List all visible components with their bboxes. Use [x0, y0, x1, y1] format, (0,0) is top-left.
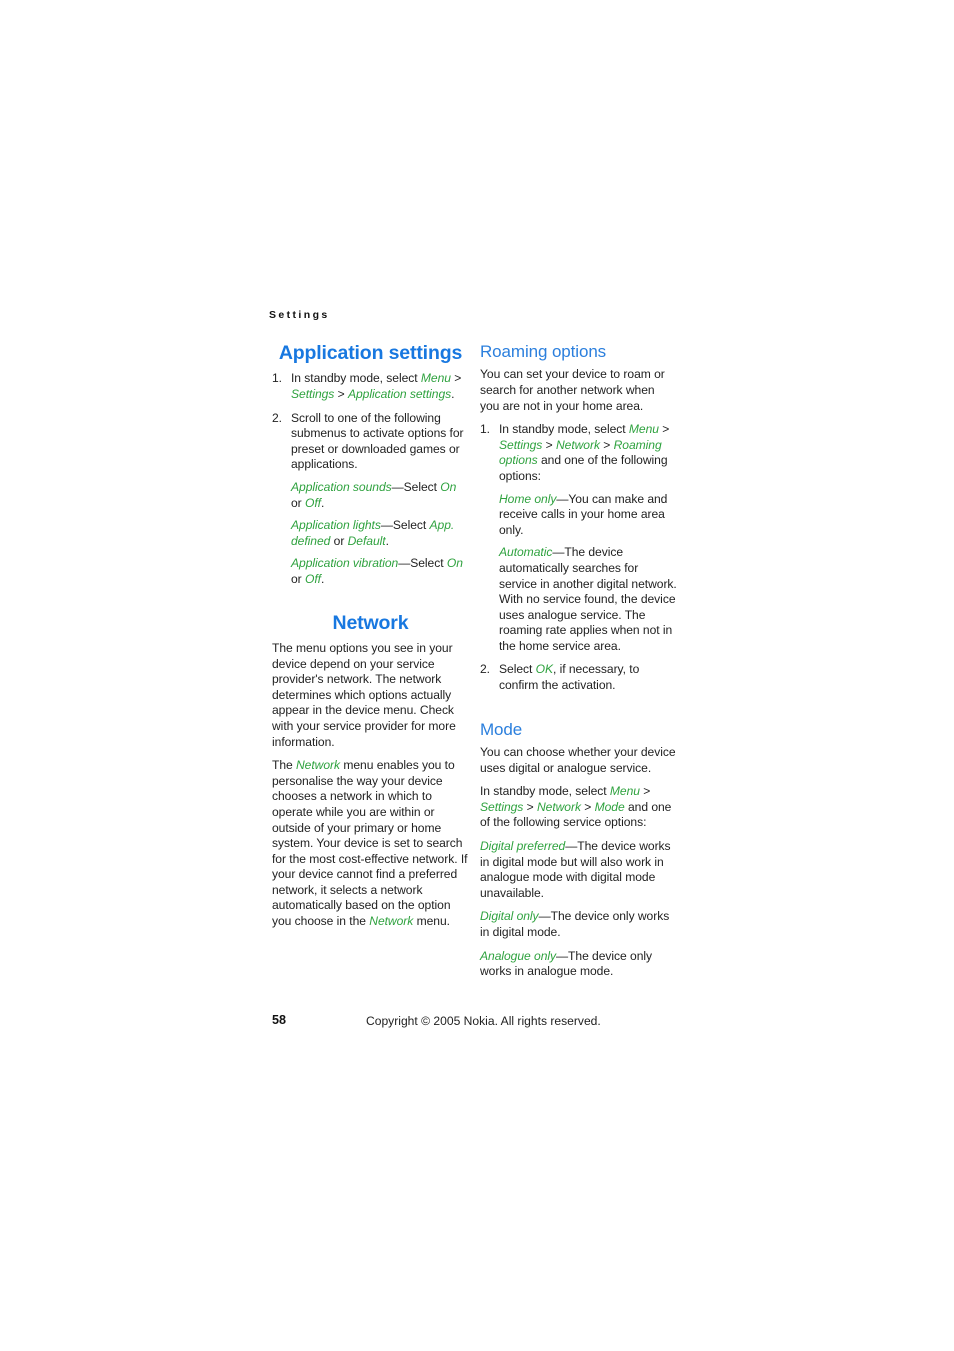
roaming-options-definitions: Home only—You can make and receive calls…	[499, 492, 677, 655]
step-number: 2.	[272, 410, 282, 425]
step-item: 1. In standby mode, select Menu > Settin…	[272, 371, 469, 402]
digital-preferred-term: Digital preferred	[480, 839, 566, 854]
definition-digital-only: Digital only—The device only works in di…	[480, 909, 670, 939]
application-settings-definitions: Application sounds—Select On or Off. App…	[291, 480, 469, 588]
application-sounds-term: Application sounds	[291, 479, 392, 494]
mode-term: Mode	[594, 799, 625, 814]
analogue-only-term: Analogue only	[480, 948, 557, 963]
digital-only-term: Digital only	[480, 909, 539, 924]
step-text: In standby mode, select Menu > Settings …	[291, 371, 462, 402]
left-column: Application settings 1. In standby mode,…	[272, 342, 469, 938]
automatic-term: Automatic	[499, 545, 553, 560]
settings-term: Settings	[480, 799, 524, 814]
section-heading-roaming-options: Roaming options	[480, 342, 607, 361]
section-heading-network: Network	[332, 611, 409, 634]
copyright-notice: Copyright © 2005 Nokia. All rights reser…	[366, 1014, 601, 1028]
step-number: 2.	[480, 662, 490, 677]
page-number: 58	[272, 1013, 287, 1027]
definition-application-lights: Application lights—Select App. defined o…	[291, 518, 455, 548]
application-vibration-term: Application vibration	[291, 556, 399, 571]
mode-path: In standby mode, select Menu > Settings …	[480, 784, 672, 830]
section-heading-application-settings: Application settings	[278, 342, 463, 364]
step-item: 2. Scroll to one of the following submen…	[272, 411, 469, 588]
roaming-options-intro: You can set your device to roam or searc…	[480, 367, 665, 413]
network-term: Network	[296, 758, 341, 773]
section-heading-mode: Mode	[480, 719, 523, 739]
off-value: Off	[304, 571, 321, 586]
definition-digital-preferred: Digital preferred—The device works in di…	[480, 839, 671, 900]
default-value: Default	[347, 533, 386, 548]
step-text: In standby mode, select Menu > Settings …	[499, 422, 670, 483]
network-term: Network	[555, 437, 600, 452]
manual-page: Settings Application settings 1. In stan…	[0, 0, 954, 1351]
ok-term: OK	[535, 662, 553, 677]
definition-application-vibration: Application vibration—Select On or Off.	[291, 556, 463, 586]
home-only-term: Home only	[499, 491, 557, 506]
menu-term: Menu	[628, 422, 659, 437]
application-settings-steps: 1. In standby mode, select Menu > Settin…	[272, 371, 469, 587]
step-number: 1.	[480, 422, 490, 437]
definition-application-sounds: Application sounds—Select On or Off.	[291, 479, 457, 510]
settings-term: Settings	[291, 387, 335, 402]
network-paragraph-1: The menu options you see in your device …	[272, 640, 456, 749]
step-text: Scroll to one of the following submenus …	[291, 410, 464, 472]
step-item: 1. In standby mode, select Menu > Settin…	[480, 422, 677, 654]
settings-term: Settings	[499, 437, 543, 452]
mode-intro: You can choose whether your device uses …	[480, 745, 676, 775]
roaming-options-steps: 1. In standby mode, select Menu > Settin…	[480, 422, 677, 694]
definition-automatic: Automatic—The device automatically searc…	[499, 545, 677, 653]
on-value: On	[440, 479, 457, 494]
on-value: On	[446, 556, 463, 571]
network-term: Network	[369, 914, 414, 929]
right-column: Roaming options You can set your device …	[480, 342, 677, 988]
menu-term: Menu	[420, 371, 451, 386]
step-item: 2. Select OK, if necessary, to confirm t…	[480, 662, 677, 693]
menu-term: Menu	[609, 784, 640, 799]
application-settings-term: Application settings	[347, 387, 452, 402]
application-lights-term: Application lights	[291, 518, 381, 533]
network-term: Network	[536, 799, 581, 814]
definition-analogue-only: Analogue only—The device only works in a…	[480, 948, 653, 979]
step-number: 1.	[272, 371, 282, 386]
off-value: Off	[304, 495, 321, 510]
network-paragraph-2: The Network menu enables you to personal…	[272, 758, 468, 929]
running-header: Settings	[269, 309, 330, 321]
step-text: Select OK, if necessary, to confirm the …	[499, 662, 640, 693]
definition-home-only: Home only—You can make and receive calls…	[499, 491, 668, 537]
